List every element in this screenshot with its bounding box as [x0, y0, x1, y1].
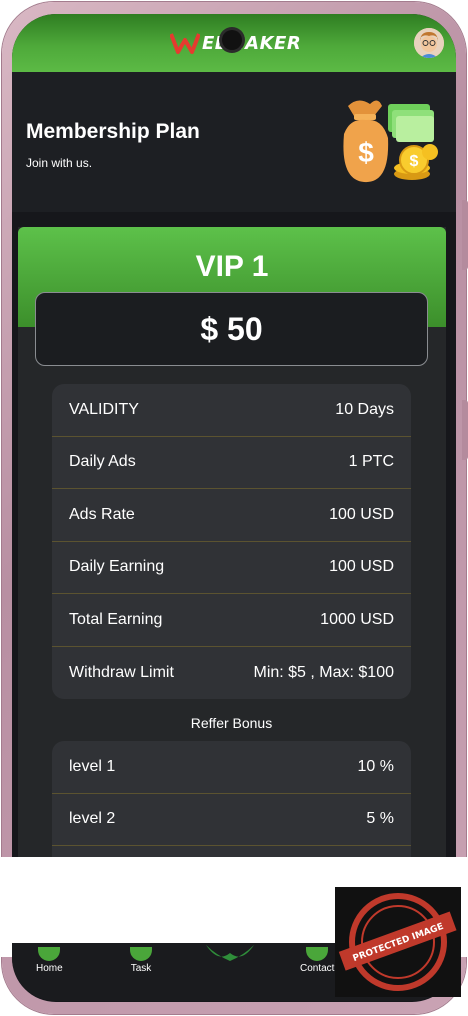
row-label-daily-earning: Daily Earning	[69, 558, 165, 576]
contact-icon	[306, 947, 329, 961]
row-value-withdraw-limit: Min: $5 , Max: $100	[253, 663, 394, 681]
row-value-total-earning: 1000 USD	[320, 610, 394, 628]
center-logo-icon	[206, 945, 254, 961]
power-button	[462, 400, 468, 460]
logo-w-icon	[170, 33, 200, 54]
plan-details-table: VALIDITY 10 Days Daily Ads 1 PTC Ads Rat…	[52, 384, 411, 699]
nav-home-label: Home	[36, 963, 63, 974]
nav-task[interactable]: Task	[130, 947, 152, 974]
nav-task-label: Task	[130, 963, 152, 974]
front-camera	[222, 30, 242, 50]
logo-text: ELMAKER	[202, 32, 302, 54]
reffer-bonus-title: Reffer Bonus	[190, 715, 273, 731]
avatar-icon[interactable]	[414, 28, 444, 58]
table-row: Ads Rate 100 USD	[52, 489, 411, 542]
table-row: Total Earning 1000 USD	[52, 594, 411, 647]
table-row: Daily Earning 100 USD	[52, 542, 411, 594]
phone-mockup: ELMAKER Membership Plan Join with us. $ …	[0, 0, 468, 1016]
row-value-ads-rate: 100 USD	[329, 505, 394, 523]
row-value-daily-ads: 1 PTC	[348, 453, 394, 471]
svg-text:$: $	[410, 153, 419, 170]
nav-contact[interactable]: Contact	[300, 947, 334, 974]
row-label-validity: VALIDITY	[69, 400, 139, 418]
table-row: Daily Ads 1 PTC	[52, 437, 411, 489]
row-value-level-1: 10 %	[357, 757, 394, 775]
svg-text:$: $	[358, 137, 374, 168]
home-icon	[38, 947, 61, 961]
row-label-level-2: level 2	[69, 810, 116, 828]
row-value-validity: 10 Days	[335, 400, 394, 418]
price-box: $ 50	[35, 292, 428, 366]
row-label-withdraw-limit: Withdraw Limit	[69, 663, 174, 681]
table-row: level 1 10 %	[52, 741, 411, 794]
table-row: level 2 5 %	[52, 794, 411, 846]
plan-price: $ 50	[200, 310, 263, 347]
nav-contact-label: Contact	[300, 963, 335, 974]
row-value-daily-earning: 100 USD	[329, 558, 394, 576]
money-bag-icon: $ $	[343, 100, 438, 183]
plan-name: VIP 1	[195, 250, 269, 283]
hero-banner: Membership Plan Join with us. $ $	[12, 72, 456, 212]
reffer-bonus-table: level 1 10 % level 2 5 %	[52, 741, 411, 857]
task-icon	[130, 947, 152, 961]
row-label-total-earning: Total Earning	[69, 610, 163, 628]
hero-subtitle: Join with us.	[26, 156, 93, 170]
table-row: VALIDITY 10 Days	[52, 384, 411, 437]
nav-center[interactable]	[204, 943, 256, 965]
protected-watermark: PROTECTED IMAGE	[335, 887, 461, 997]
row-label-level-1: level 1	[69, 757, 116, 775]
hero-title: Membership Plan	[26, 120, 200, 143]
row-value-level-2: 5 %	[366, 810, 394, 828]
row-label-ads-rate: Ads Rate	[69, 505, 135, 523]
volume-button	[462, 200, 468, 270]
table-row: Withdraw Limit Min: $5 , Max: $100	[52, 647, 411, 700]
nav-home[interactable]: Home	[36, 947, 63, 974]
row-label-daily-ads: Daily Ads	[69, 453, 136, 471]
